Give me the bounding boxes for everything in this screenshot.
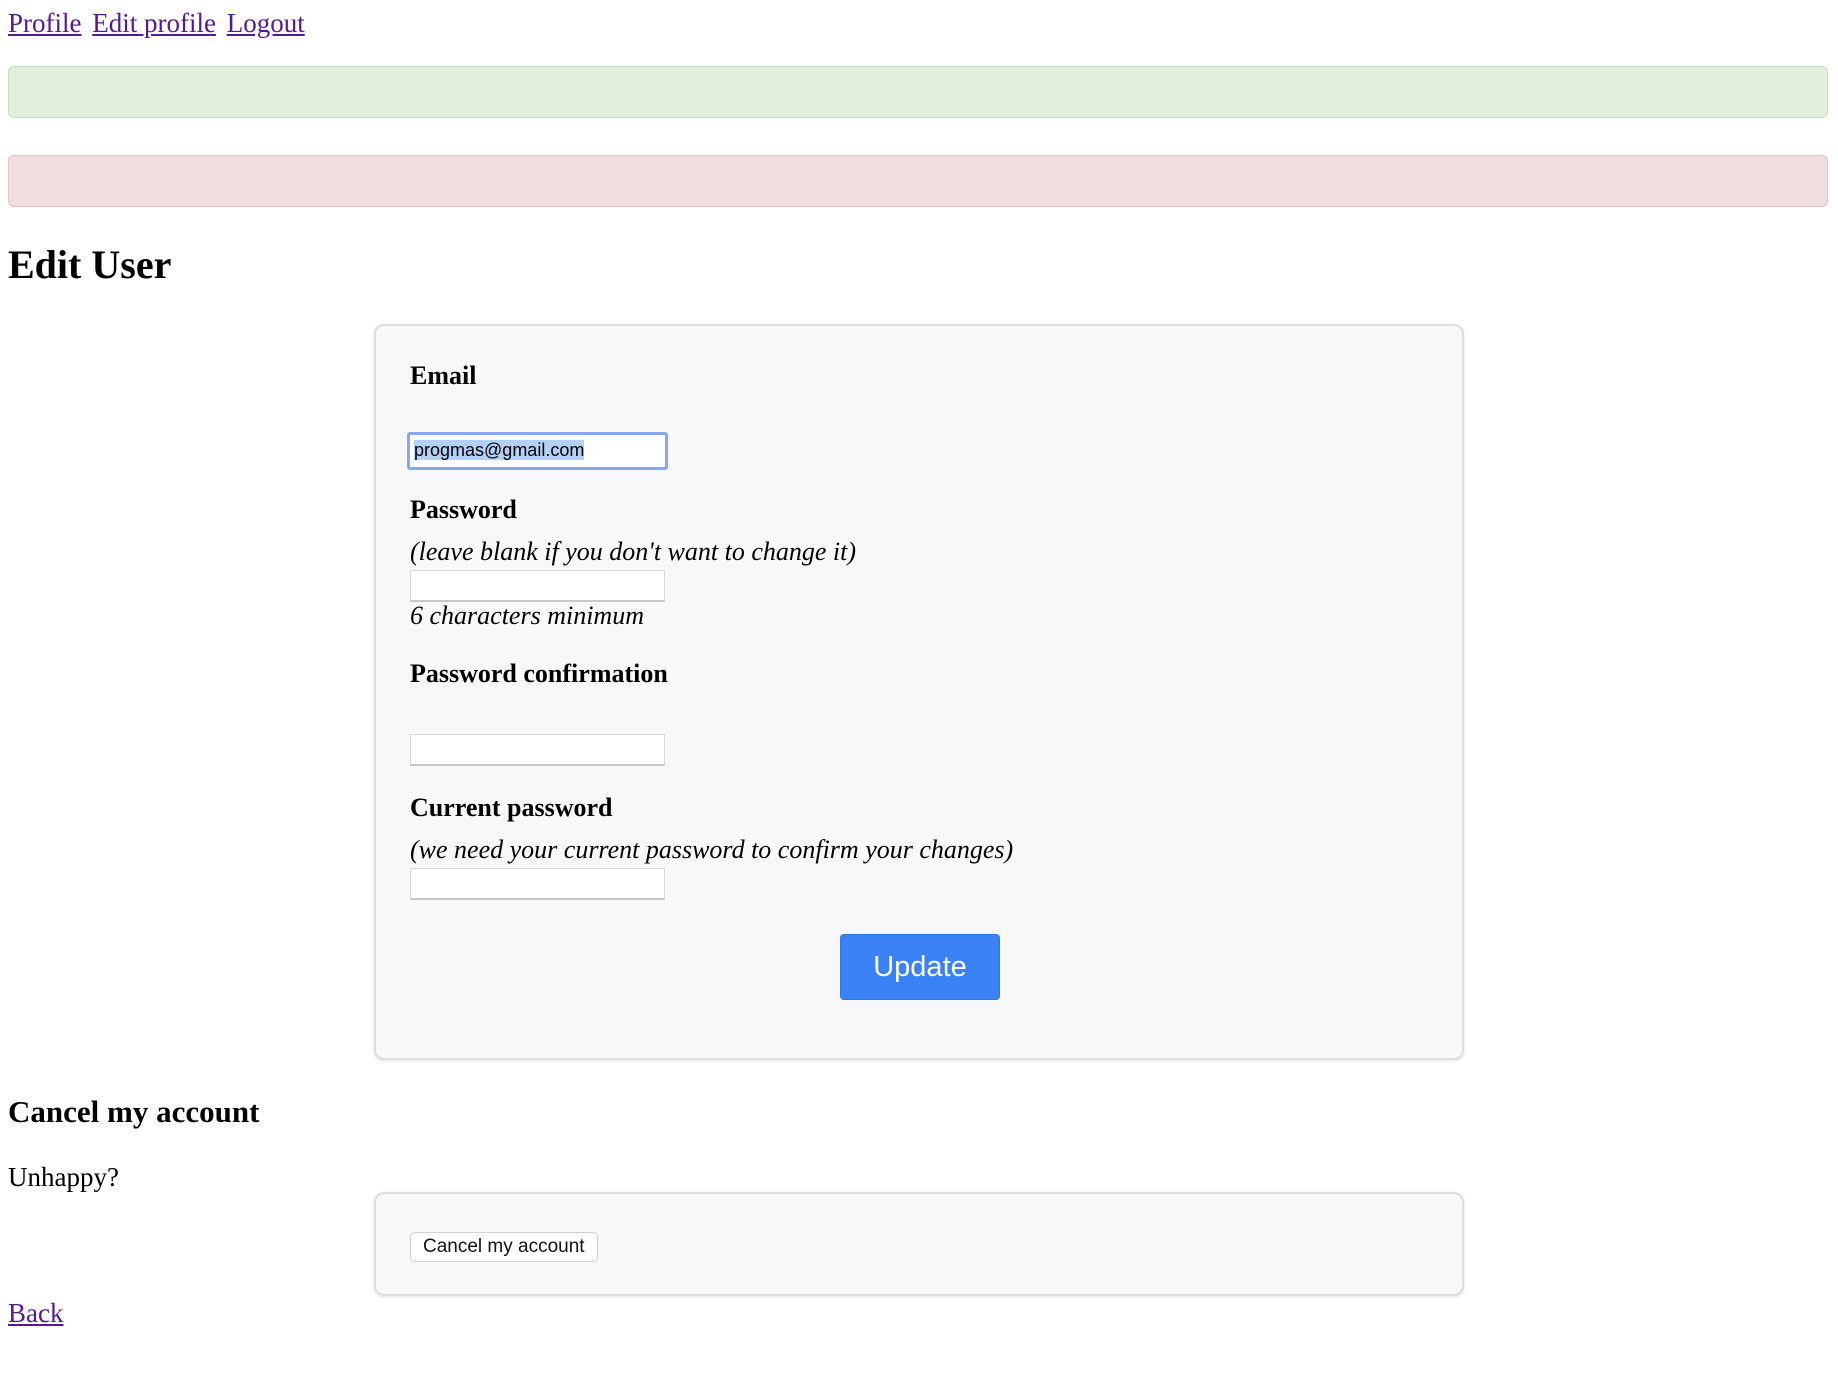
- error-alert: [8, 155, 1828, 207]
- top-nav: Profile Edit profile Logout: [8, 4, 309, 42]
- current-password-hint: (we need your current password to confir…: [410, 835, 1014, 864]
- password-field[interactable]: [410, 570, 665, 602]
- cancel-account-heading: Cancel my account: [8, 1094, 260, 1129]
- password-label: Password: [410, 495, 517, 524]
- back-link[interactable]: Back: [8, 1296, 63, 1330]
- email-field-value: progmas@gmail.com: [414, 440, 585, 460]
- unhappy-text: Unhappy?: [8, 1162, 119, 1192]
- password-hint: (leave blank if you don't want to change…: [410, 537, 857, 566]
- nav-link-edit-profile[interactable]: Edit profile: [92, 8, 216, 38]
- cancel-account-card: Cancel my account: [374, 1192, 1464, 1296]
- password-confirmation-label: Password confirmation: [410, 659, 668, 688]
- notice-alert: [8, 66, 1828, 118]
- email-label: Email: [410, 361, 477, 390]
- edit-user-form: Email progmas@gmail.com Password (leave …: [374, 324, 1464, 1060]
- update-button[interactable]: Update: [840, 934, 1000, 1000]
- current-password-label: Current password: [410, 793, 613, 822]
- password-confirmation-field[interactable]: [410, 734, 665, 766]
- page: Profile Edit profile Logout Edit User Em…: [0, 0, 1838, 1382]
- cancel-account-button[interactable]: Cancel my account: [410, 1232, 598, 1262]
- nav-link-logout[interactable]: Logout: [227, 8, 305, 38]
- email-field[interactable]: progmas@gmail.com: [407, 432, 668, 470]
- current-password-field[interactable]: [410, 868, 665, 900]
- password-min-hint: 6 characters minimum: [410, 601, 644, 630]
- nav-link-profile[interactable]: Profile: [8, 8, 82, 38]
- page-title: Edit User: [8, 242, 172, 287]
